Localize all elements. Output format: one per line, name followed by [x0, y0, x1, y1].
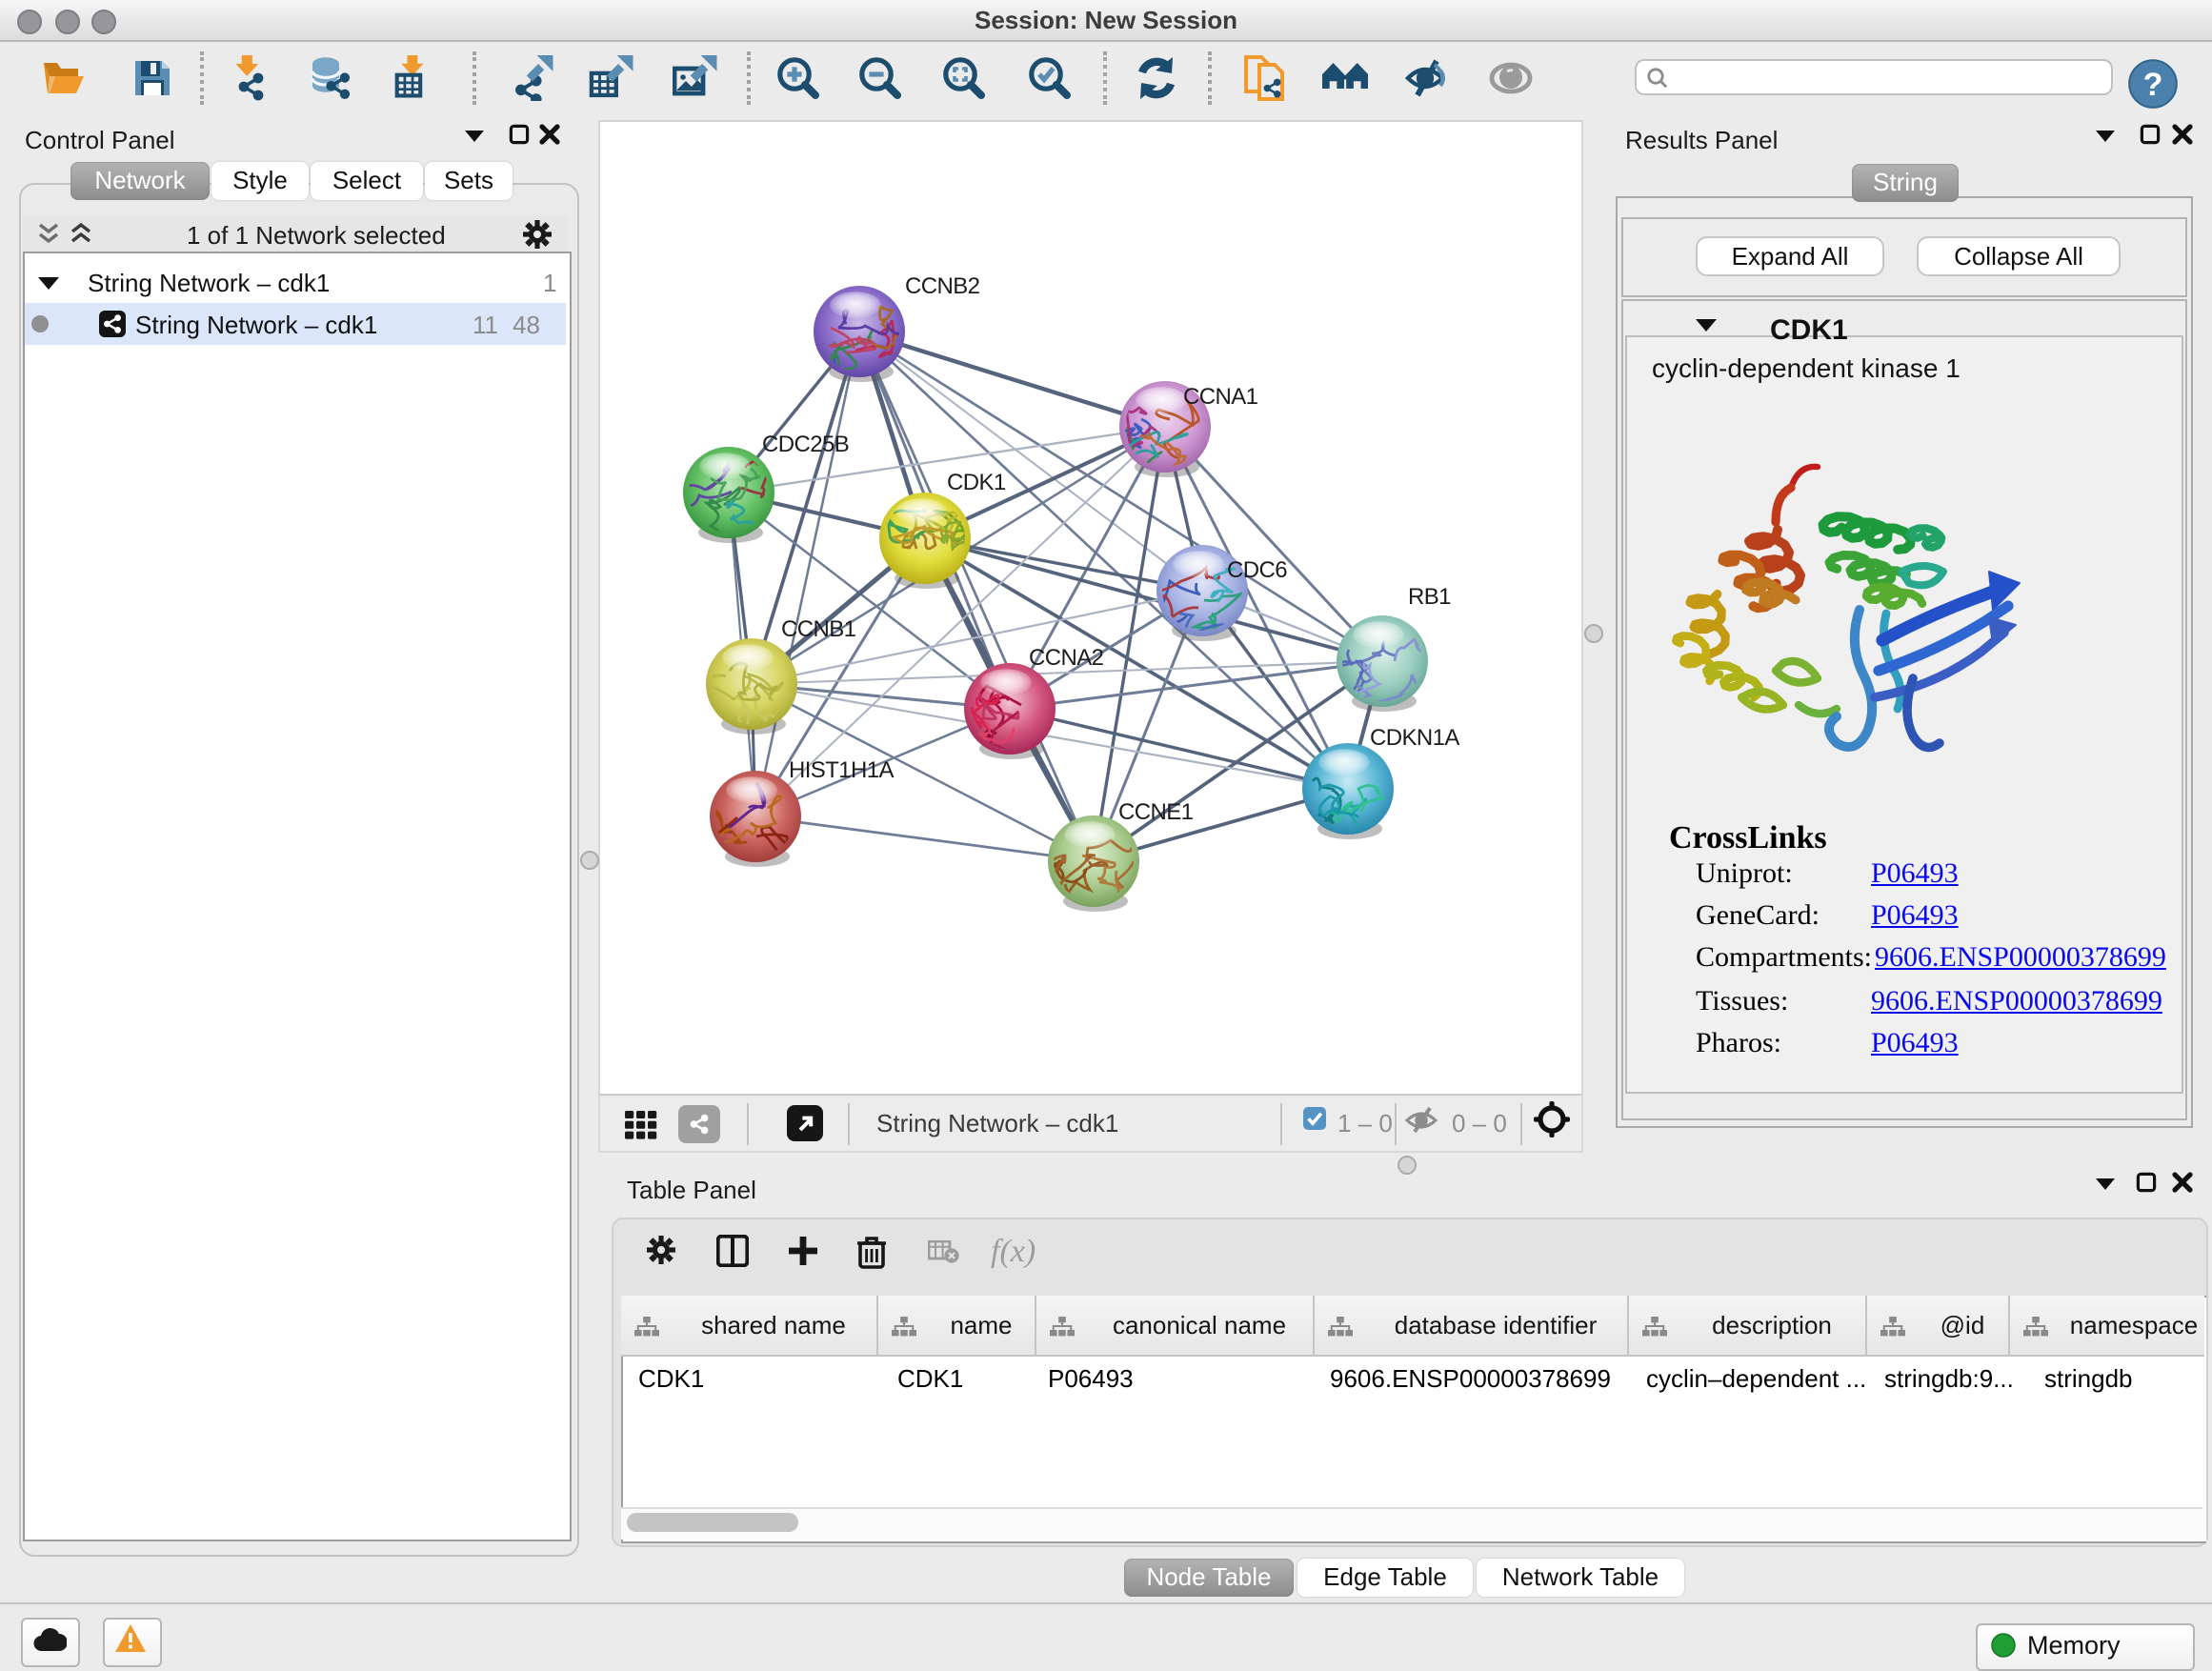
svg-text:CDC6: CDC6 [1227, 557, 1287, 583]
svg-text:CCNB1: CCNB1 [781, 616, 856, 642]
svg-text:HIST1H1A: HIST1H1A [789, 757, 894, 783]
svg-text:?: ? [2143, 67, 2163, 103]
svg-text:CDC25B: CDC25B [762, 432, 849, 457]
svg-text:RB1: RB1 [1408, 584, 1451, 610]
svg-text:CDK1: CDK1 [947, 470, 1006, 495]
svg-text:CCNB2: CCNB2 [905, 273, 980, 299]
svg-text:CDKN1A: CDKN1A [1370, 725, 1459, 751]
svg-text:CCNA2: CCNA2 [1029, 645, 1104, 671]
svg-text:CCNE1: CCNE1 [1118, 799, 1194, 825]
svg-text:CCNA1: CCNA1 [1183, 384, 1258, 410]
